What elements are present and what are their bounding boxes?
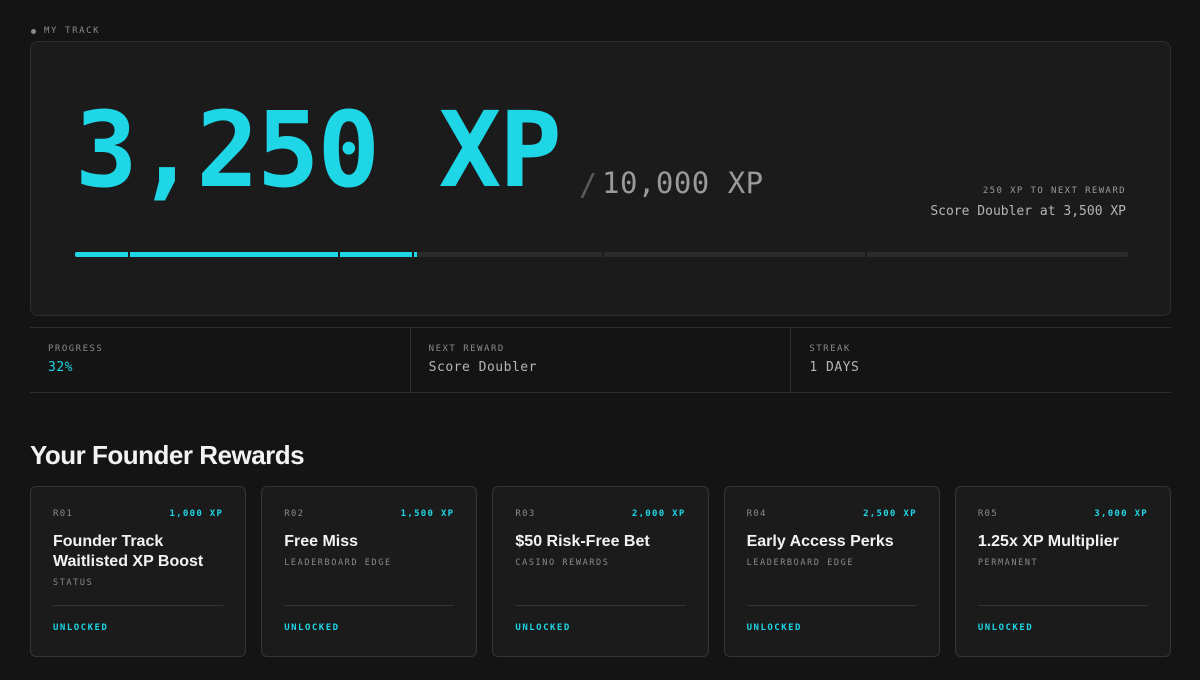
stat-streak: STREAK 1 DAYS	[791, 328, 1171, 392]
stat-next-reward: NEXT REWARD Score Doubler	[411, 328, 792, 392]
xp-to-next-reward: 250 XP TO NEXT REWARD	[982, 186, 1126, 196]
xp-progress-bar	[75, 252, 1128, 257]
reward-card-r02[interactable]: R02 1,500 XP Free Miss LEADERBOARD EDGE …	[261, 486, 478, 657]
reward-category: CASINO REWARDS	[515, 558, 610, 568]
reward-cost: 2,000 XP	[631, 509, 686, 519]
stat-value: 1 DAYS	[809, 360, 860, 375]
reward-code: R05	[977, 509, 998, 519]
reward-card-r03[interactable]: R03 2,000 XP $50 Risk-Free Bet CASINO RE…	[492, 486, 709, 657]
xp-separator: /	[579, 168, 598, 203]
card-divider	[284, 605, 455, 606]
milestone-tick	[864, 252, 867, 257]
milestone-tick	[127, 252, 130, 257]
reward-title: $50 Risk-Free Bet	[515, 533, 650, 550]
total-xp: 10,000 XP	[602, 166, 764, 200]
stat-value: Score Doubler	[428, 360, 537, 375]
current-xp: 3,250 XP	[75, 89, 562, 211]
rewards-heading: Your Founder Rewards	[30, 440, 305, 470]
reward-title: Free Miss	[284, 533, 359, 550]
card-divider	[746, 605, 917, 606]
reward-title: 1.25x XP Multiplier	[977, 533, 1119, 550]
bullet-dot-icon	[31, 28, 36, 34]
reward-status: UNLOCKED	[53, 623, 109, 633]
reward-code: R02	[284, 509, 305, 519]
reward-card-r04[interactable]: R04 2,500 XP Early Access Perks LEADERBO…	[723, 486, 940, 657]
xp-progress-fill	[75, 252, 418, 257]
stat-label: NEXT REWARD	[428, 344, 505, 354]
stats-row: PROGRESS 32% NEXT REWARD Score Doubler S…	[30, 327, 1171, 393]
xp-hero-panel: 3,250 XP / 10,000 XP 250 XP TO NEXT REWA…	[30, 41, 1171, 316]
reward-card-r05[interactable]: R05 3,000 XP 1.25x XP Multiplier PERMANE…	[954, 486, 1172, 657]
reward-status: UNLOCKED	[977, 623, 1034, 633]
reward-code: R04	[746, 509, 767, 519]
reward-title: Founder Track Waitlisted XP Boost	[53, 533, 204, 570]
reward-cost: 2,500 XP	[863, 509, 917, 519]
milestone-tick	[338, 252, 341, 257]
reward-cost: 1,000 XP	[169, 509, 224, 519]
reward-category: LEADERBOARD EDGE	[284, 558, 392, 568]
card-divider	[515, 605, 686, 606]
reward-category: LEADERBOARD EDGE	[746, 558, 855, 568]
reward-status: UNLOCKED	[284, 623, 340, 633]
reward-title: Early Access Perks	[746, 533, 894, 550]
stat-progress: PROGRESS 32%	[30, 328, 411, 392]
reward-status: UNLOCKED	[746, 623, 802, 633]
milestone-tick	[601, 252, 604, 257]
stat-value: 32%	[48, 360, 73, 375]
reward-card-r01[interactable]: R01 1,000 XP Founder Track Waitlisted XP…	[30, 486, 247, 657]
reward-code: R01	[53, 509, 74, 519]
card-divider	[977, 605, 1149, 606]
reward-category: STATUS	[53, 578, 94, 588]
rewards-list: R01 1,000 XP Founder Track Waitlisted XP…	[30, 486, 1172, 657]
section-label-text: MY TRACK	[44, 26, 101, 36]
card-divider	[53, 605, 224, 606]
reward-cost: 3,000 XP	[1094, 509, 1149, 519]
reward-status: UNLOCKED	[515, 623, 571, 633]
reward-category: PERMANENT	[977, 558, 1039, 568]
stat-label: PROGRESS	[48, 344, 104, 354]
reward-cost: 1,500 XP	[400, 509, 455, 519]
milestone-tick	[411, 252, 414, 257]
next-reward-description: Score Doubler at 3,500 XP	[930, 204, 1126, 219]
reward-code: R03	[515, 509, 536, 519]
section-label: MY TRACK	[31, 26, 100, 36]
stat-label: STREAK	[809, 344, 851, 354]
